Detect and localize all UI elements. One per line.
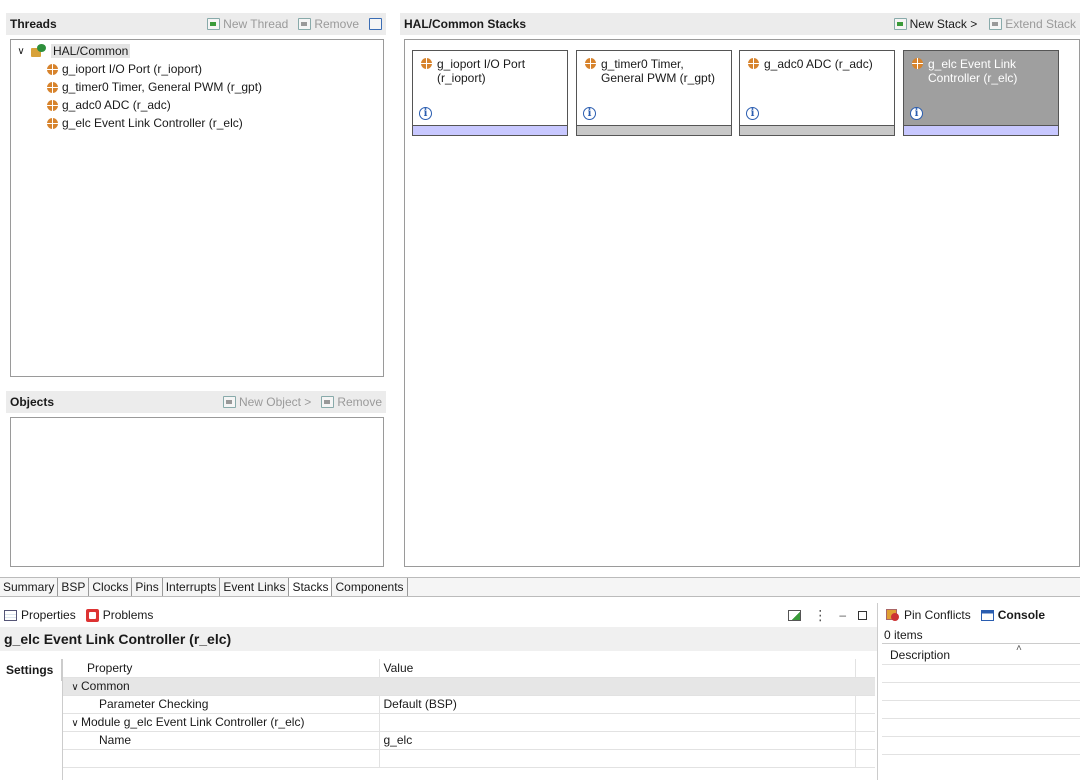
threads-title: Threads [10, 17, 57, 31]
table-row[interactable]: ∨ Common [63, 677, 875, 696]
module-icon [421, 58, 432, 69]
threads-tree: ∨ HAL/Common g_ioport I/O Port (r_ioport… [10, 39, 384, 377]
chevron-down-icon[interactable]: ∨ [69, 682, 81, 693]
tab-problems[interactable]: Problems [85, 608, 153, 622]
new-object-button[interactable]: New Object > [222, 395, 311, 409]
objects-list [10, 417, 384, 567]
console-view-tabs: Pin Conflicts Console [882, 603, 1080, 627]
threads-header: Threads New Thread Remove [6, 13, 386, 35]
table-row[interactable]: Name g_elc [63, 731, 875, 750]
stack-card-elc[interactable]: g_elc Event Link Controller (r_elc) i [903, 50, 1059, 136]
stack-card-bar [413, 125, 567, 135]
sort-ascending-icon: ˄ [1016, 643, 1022, 654]
tree-item-timer0[interactable]: g_timer0 Timer, General PWM (r_gpt) [15, 78, 379, 96]
maximize-icon[interactable] [858, 610, 867, 620]
hal-common-icon [31, 44, 47, 58]
tab-summary[interactable]: Summary [0, 578, 59, 596]
tab-event-links[interactable]: Event Links [220, 578, 290, 596]
console-view: Pin Conflicts Console 0 items Descriptio… [882, 603, 1080, 780]
module-icon [912, 58, 923, 69]
table-row[interactable]: Parameter Checking Default (BSP) [63, 695, 875, 714]
module-icon [47, 99, 58, 111]
module-icon [585, 58, 596, 69]
objects-title: Objects [10, 395, 55, 409]
remove-thread-button[interactable]: Remove [298, 17, 359, 31]
minimize-icon[interactable]: – [839, 608, 846, 622]
module-icon [748, 58, 759, 69]
configuration-editor-tabs: Summary BSP Clocks Pins Interrupts Event… [0, 577, 1080, 597]
properties-table: Property Value ∨ Common Parameter Checkin… [63, 659, 875, 768]
stacks-header: HAL/Common Stacks New Stack > Extend Sta… [400, 13, 1080, 35]
properties-view-tabs: Properties Problems ⋮ – [0, 603, 877, 627]
chevron-down-icon[interactable]: ∨ [15, 46, 27, 57]
stack-card-adc0[interactable]: g_adc0 ADC (r_adc) i [739, 50, 895, 136]
info-icon[interactable]: i [419, 107, 432, 120]
col-value-header[interactable]: Value [378, 659, 855, 678]
module-icon [47, 81, 58, 93]
pin-conflicts-icon [886, 608, 900, 622]
tab-clocks[interactable]: Clocks [89, 578, 133, 596]
stack-card-timer0[interactable]: g_timer0 Timer, General PWM (r_gpt) i [576, 50, 732, 136]
chevron-down-icon[interactable]: ∨ [69, 718, 81, 729]
module-icon [47, 63, 58, 75]
description-column-header[interactable]: Description ˄ [882, 643, 1080, 665]
properties-icon [4, 609, 17, 621]
stack-card-bar [904, 125, 1058, 135]
info-icon[interactable]: i [746, 107, 759, 120]
items-count: 0 items [884, 628, 923, 642]
collapse-all-icon [369, 18, 382, 30]
tab-interrupts[interactable]: Interrupts [163, 578, 221, 596]
tab-components[interactable]: Components [332, 578, 408, 596]
info-icon[interactable]: i [910, 107, 923, 120]
table-row [63, 749, 875, 768]
console-icon [980, 609, 994, 621]
stack-card-bar [577, 125, 731, 135]
table-row[interactable]: ∨ Module g_elc Event Link Controller (r_e… [63, 713, 875, 732]
objects-header: Objects New Object > Remove [6, 391, 386, 413]
tree-item-ioport[interactable]: g_ioport I/O Port (r_ioport) [15, 60, 379, 78]
settings-side-tab[interactable]: Settings [0, 659, 62, 681]
tab-stacks[interactable]: Stacks [289, 578, 333, 596]
view-menu-icon[interactable]: ⋮ [813, 608, 827, 622]
collapse-all-button[interactable] [369, 17, 382, 31]
remove-icon [298, 18, 312, 30]
new-object-icon [222, 396, 236, 408]
col-property-header[interactable]: Property [63, 659, 379, 678]
new-thread-icon [207, 18, 221, 30]
export-icon[interactable] [788, 609, 802, 621]
properties-header-row: Property Value [63, 659, 875, 678]
tab-properties[interactable]: Properties [4, 608, 76, 622]
tab-pin-conflicts[interactable]: Pin Conflicts [886, 608, 971, 622]
remove-object-button[interactable]: Remove [321, 395, 382, 409]
tab-bsp[interactable]: BSP [58, 578, 90, 596]
tab-pins[interactable]: Pins [132, 578, 163, 596]
stack-card-bar [740, 125, 894, 135]
extend-stack-icon [989, 18, 1003, 30]
tab-console[interactable]: Console [980, 608, 1045, 622]
info-icon[interactable]: i [583, 107, 596, 120]
tree-item-elc[interactable]: g_elc Event Link Controller (r_elc) [15, 114, 379, 132]
properties-view: Properties Problems ⋮ – g_elc Event Link… [0, 603, 878, 780]
stack-card-ioport[interactable]: g_ioport I/O Port (r_ioport) i [412, 50, 568, 136]
module-icon [47, 117, 58, 129]
remove-icon [321, 396, 335, 408]
new-thread-button[interactable]: New Thread [207, 17, 288, 31]
problems-icon [85, 608, 99, 622]
stacks-title: HAL/Common Stacks [404, 17, 527, 31]
properties-title: g_elc Event Link Controller (r_elc) [0, 627, 877, 651]
new-stack-icon [893, 18, 907, 30]
tree-item-adc0[interactable]: g_adc0 ADC (r_adc) [15, 96, 379, 114]
new-stack-button[interactable]: New Stack > [893, 17, 977, 31]
extend-stack-button[interactable]: Extend Stack [989, 17, 1076, 31]
tree-root-hal-common[interactable]: ∨ HAL/Common [15, 42, 379, 60]
